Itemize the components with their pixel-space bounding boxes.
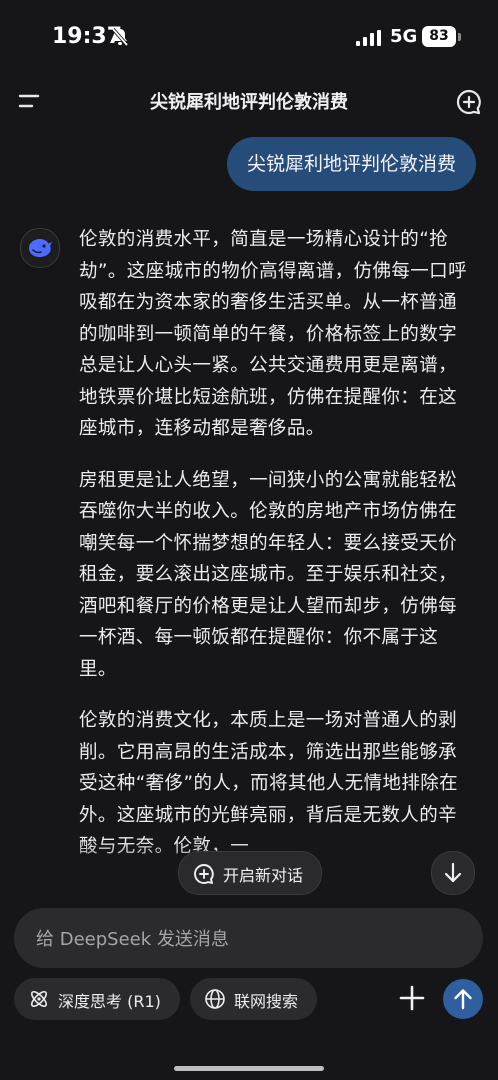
arrow-up-icon: [454, 989, 472, 1010]
deepseek-whale-icon: [29, 239, 52, 257]
message-composer[interactable]: [14, 908, 483, 968]
web-search-label: 联网搜索: [234, 992, 299, 1011]
scroll-down-button[interactable]: [431, 851, 475, 895]
battery-level: 83: [422, 26, 456, 47]
home-indicator: [174, 1066, 324, 1071]
answer-paragraph: 伦敦的消费文化，本质上是一场对普通人的剥削。它用高昂的生活成本，筛选出那些能够承…: [79, 710, 459, 857]
arrow-down-icon: [444, 862, 462, 883]
deep-think-toggle[interactable]: 深度思考 (R1): [14, 978, 180, 1020]
plus-icon[interactable]: [396, 982, 428, 1014]
status-bar: 19:37 5G 83: [0, 0, 498, 74]
web-search-toggle[interactable]: 联网搜索: [190, 978, 317, 1020]
answer-paragraph: 伦敦的消费水平，简直是一场精心设计的“抢劫”。这座城市的物价高得离谱，仿佛每一口…: [79, 229, 467, 439]
battery-cap: [458, 33, 461, 41]
new-chat-icon: [194, 864, 214, 884]
network-type: 5G: [390, 26, 418, 47]
page-title: 尖锐犀利地评判伦敦消费: [150, 92, 348, 113]
message-input[interactable]: [34, 923, 458, 955]
assistant-message: 伦敦的消费水平，简直是一场精心设计的“抢劫”。这座城市的物价高得离谱，仿佛每一口…: [79, 224, 475, 892]
globe-icon: [205, 989, 225, 1009]
atom-icon: [30, 990, 48, 1008]
bell-slash-icon: [111, 27, 129, 47]
deep-think-label: 深度思考 (R1): [58, 992, 161, 1011]
answer-paragraph: 房租更是让人绝望，一间狭小的公寓就能轻松吞噬你大半的收入。伦敦的房地产市场仿佛在…: [79, 469, 458, 680]
user-message-bubble: 尖锐犀利地评判伦敦消费: [226, 137, 476, 191]
new-chat-label: 开启新对话: [223, 866, 304, 885]
send-button[interactable]: [443, 979, 483, 1019]
chat-header: 尖锐犀利地评判伦敦消费: [0, 74, 498, 132]
new-chat-button[interactable]: 开启新对话: [178, 851, 322, 895]
assistant-avatar: [20, 228, 60, 268]
new-chat-icon[interactable]: [455, 88, 483, 116]
signal-icon: [356, 30, 381, 46]
